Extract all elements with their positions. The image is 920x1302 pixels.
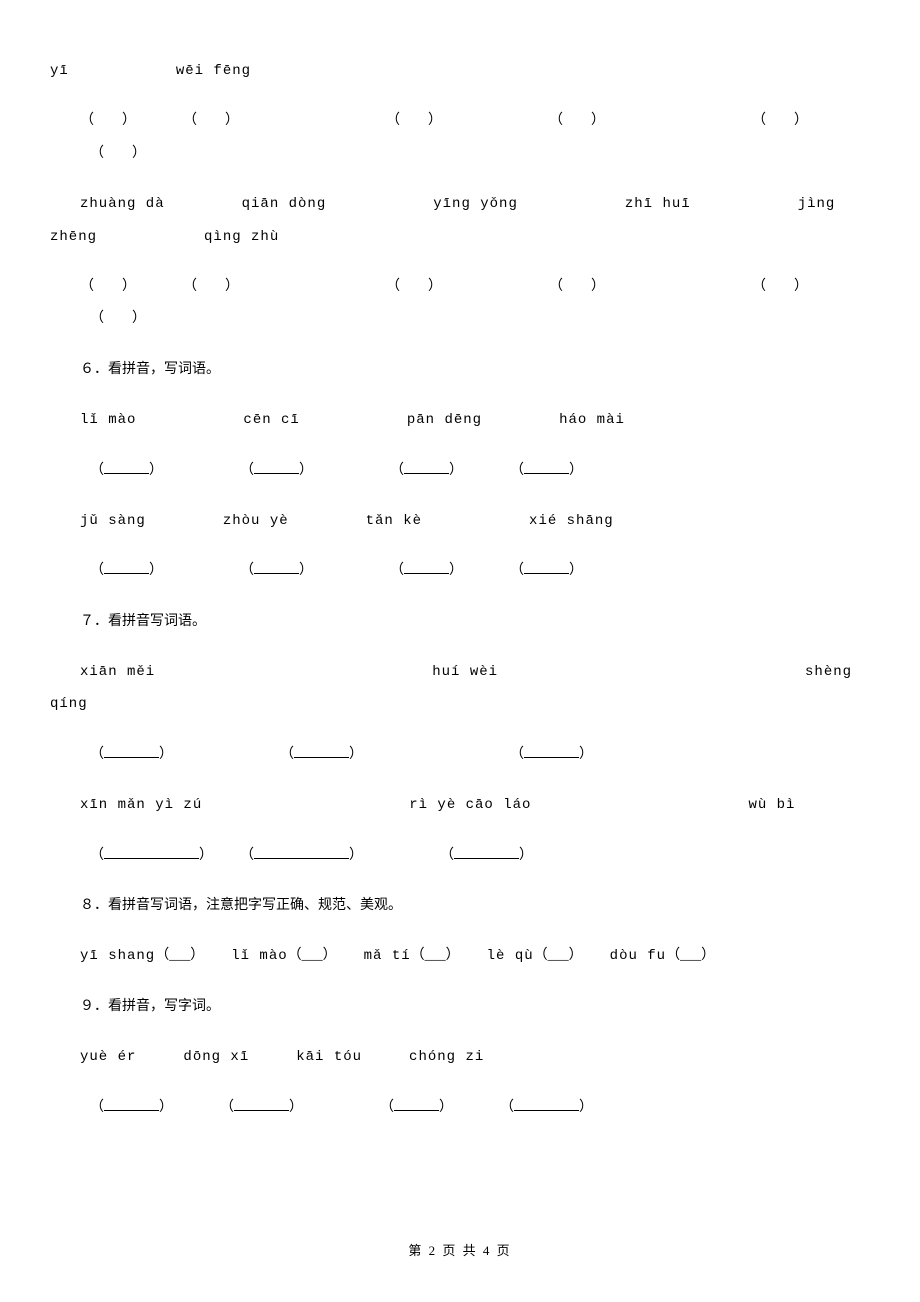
- blank-row-wrap: （ ）: [50, 308, 870, 330]
- pinyin-row: xīn mǎn yì zú rì yè cāo láo wù bì: [50, 794, 870, 816]
- blank-row-wrap: （ ）: [50, 143, 870, 165]
- pinyin-row: jǔ sàng zhòu yè tǎn kè xié shāng: [50, 510, 870, 532]
- blank-row: （） （） （） （）: [50, 560, 870, 582]
- pinyin-text: lǐ mào: [231, 948, 287, 964]
- pinyin-row: yuè ér dōng xī kāi tóu chóng zi: [50, 1046, 870, 1068]
- question-title: ７．看拼音写词语。: [50, 611, 870, 633]
- pinyin-text: tǎn kè: [366, 513, 422, 529]
- pinyin-row: lǐ mào cēn cī pān dēng háo mài: [50, 409, 870, 431]
- pinyin-text: wēi fēng: [176, 63, 251, 79]
- pinyin-row: xiān měi huí wèi shèng: [50, 661, 870, 683]
- page-footer: 第 2 页 共 4 页: [0, 1241, 920, 1262]
- paren-blank: （___）: [288, 948, 337, 963]
- pinyin-row-wrap: qíng: [50, 693, 870, 715]
- paren-blank: （ ）: [90, 146, 146, 161]
- paren-blank: （ ）: [80, 113, 136, 128]
- fill-blank[interactable]: [524, 460, 569, 474]
- blank-row: （） （） （）: [50, 744, 870, 766]
- fill-blank[interactable]: [234, 1097, 289, 1111]
- pinyin-row-wrap: zhēng qìng zhù: [50, 226, 870, 248]
- fill-blank[interactable]: [104, 560, 149, 574]
- pinyin-text: chóng zi: [409, 1049, 484, 1065]
- fill-blank[interactable]: [254, 560, 299, 574]
- question-title: ９．看拼音，写字词。: [50, 996, 870, 1018]
- pinyin-text: lǐ mào: [80, 412, 136, 428]
- pinyin-text: dòu fu: [610, 948, 666, 964]
- fill-blank[interactable]: [104, 744, 159, 758]
- paren-blank: （ ）: [549, 113, 605, 128]
- pinyin-text: yī shang: [80, 948, 155, 964]
- pinyin-text: rì yè cāo láo: [409, 797, 531, 813]
- paren-blank: （___）: [411, 948, 460, 963]
- pinyin-text: zhēng: [50, 229, 97, 245]
- pinyin-text: huí wèi: [432, 664, 498, 680]
- paren-blank: （___）: [155, 948, 204, 963]
- pinyin-text: jǔ sàng: [80, 513, 146, 529]
- pinyin-text: xiān měi: [80, 664, 155, 680]
- fill-blank[interactable]: [404, 460, 449, 474]
- pinyin-text: yī: [50, 63, 69, 79]
- top-pinyin-line: yī wēi fēng: [50, 60, 870, 82]
- pinyin-text: yīng yǒng: [433, 196, 518, 212]
- pinyin-text: zhuàng dà: [80, 196, 165, 212]
- fill-blank[interactable]: [254, 845, 349, 859]
- pinyin-text: cēn cī: [243, 412, 299, 428]
- pinyin-text: zhòu yè: [223, 513, 289, 529]
- question-title: ６．看拼音，写词语。: [50, 359, 870, 381]
- blank-row: （ ） （ ） （ ） （ ） （ ）: [50, 276, 870, 298]
- fill-blank[interactable]: [104, 845, 199, 859]
- fill-blank[interactable]: [254, 460, 299, 474]
- paren-blank: （ ）: [183, 113, 239, 128]
- pinyin-text: yuè ér: [80, 1049, 136, 1065]
- paren-blank: （ ）: [386, 279, 442, 294]
- pinyin-row: zhuàng dà qiān dòng yīng yǒng zhī huī jì…: [50, 193, 870, 215]
- fill-blank[interactable]: [104, 460, 149, 474]
- pinyin-text: qìng zhù: [204, 229, 279, 245]
- pinyin-text: wù bì: [748, 797, 795, 813]
- fill-blank[interactable]: [294, 744, 349, 758]
- pinyin-text: pān dēng: [407, 412, 482, 428]
- paren-blank: （___）: [534, 948, 583, 963]
- pinyin-inline-row: yī shang（___） lǐ mào（___） mǎ tí（___） lè …: [50, 945, 870, 967]
- pinyin-text: dōng xī: [183, 1049, 249, 1065]
- blank-row: （） （） （） （）: [50, 1097, 870, 1119]
- fill-blank[interactable]: [514, 1097, 579, 1111]
- paren-blank: （ ）: [549, 279, 605, 294]
- pinyin-text: zhī huī: [625, 196, 691, 212]
- fill-blank[interactable]: [404, 560, 449, 574]
- paren-blank: （ ）: [386, 113, 442, 128]
- pinyin-text: lè qù: [487, 948, 534, 964]
- paren-blank: （ ）: [752, 279, 808, 294]
- pinyin-text: xīn mǎn yì zú: [80, 797, 202, 813]
- pinyin-text: kāi tóu: [296, 1049, 362, 1065]
- pinyin-text: mǎ tí: [364, 948, 411, 964]
- paren-blank: （___）: [666, 948, 715, 963]
- blank-row: （） （） （） （）: [50, 460, 870, 482]
- fill-blank[interactable]: [454, 845, 519, 859]
- fill-blank[interactable]: [104, 1097, 159, 1111]
- pinyin-text: xié shāng: [529, 513, 614, 529]
- pinyin-text: háo mài: [559, 412, 625, 428]
- paren-blank: （ ）: [80, 279, 136, 294]
- blank-row: （） （） （）: [50, 845, 870, 867]
- fill-blank[interactable]: [524, 744, 579, 758]
- pinyin-text: jìng: [798, 196, 836, 212]
- pinyin-text: shèng: [805, 664, 852, 680]
- blank-row: （ ） （ ） （ ） （ ） （ ）: [50, 110, 870, 132]
- paren-blank: （ ）: [183, 279, 239, 294]
- fill-blank[interactable]: [524, 560, 569, 574]
- paren-blank: （ ）: [90, 311, 146, 326]
- question-title: ８．看拼音写词语，注意把字写正确、规范、美观。: [50, 895, 870, 917]
- paren-blank: （ ）: [752, 113, 808, 128]
- fill-blank[interactable]: [394, 1097, 439, 1111]
- pinyin-text: qiān dòng: [242, 196, 327, 212]
- pinyin-text: qíng: [50, 696, 88, 712]
